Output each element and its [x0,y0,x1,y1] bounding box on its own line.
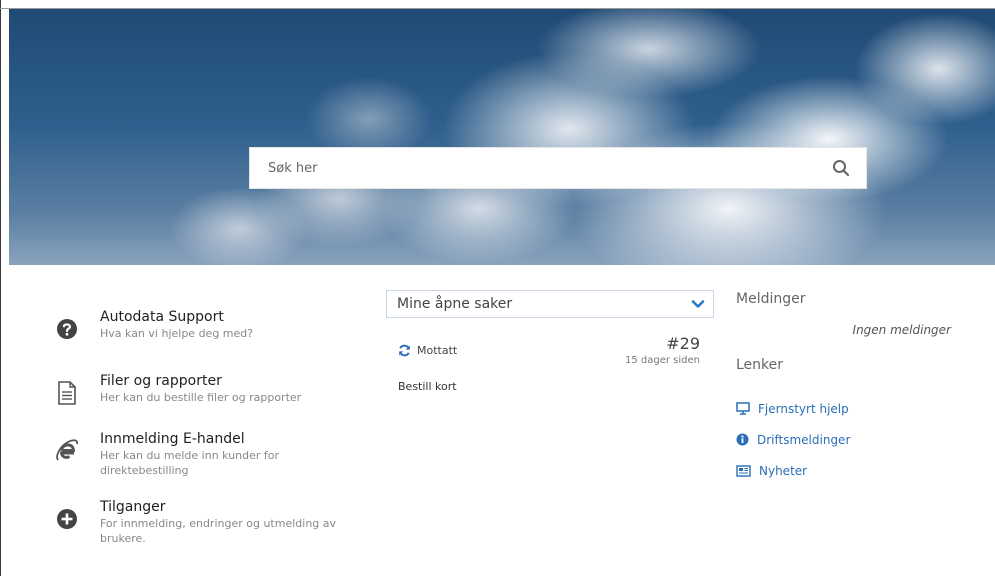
link-label: Fjernstyrt hjelp [758,401,849,416]
case-number: #29 [666,334,700,353]
search-box[interactable]: Søk her [249,147,867,189]
document-icon [48,374,86,412]
case-title: Bestill kort [398,380,457,393]
internet-explorer-icon [48,432,86,470]
shortcut-description-line1: Her kan du melde inn kunder for [100,449,280,462]
case-age: 15 dager siden [625,355,700,366]
shortcut-description-line1: For innmelding, endringer og utmelding a… [100,517,337,530]
shortcut-ehandel-registration[interactable]: Innmelding E-handel Her kan du melde inn… [48,430,348,478]
chevron-down-icon[interactable] [689,295,707,313]
info-circle-icon [736,433,749,446]
link-service-messages[interactable]: Driftsmeldinger [736,424,951,455]
question-circle-icon [48,310,86,348]
search-icon[interactable] [832,159,850,177]
cases-filter-value: Mine åpne saker [397,296,513,312]
hero-banner: Søk her [9,9,995,265]
shortcut-title: Autodata Support [100,309,224,325]
links-list: Fjernstyrt hjelp Driftsmeldinger Nyheter [736,393,951,486]
shortcut-access[interactable]: Tilganger For innmelding, endringer og u… [48,498,348,546]
link-news[interactable]: Nyheter [736,455,951,486]
messages-heading: Meldinger [736,291,806,307]
shortcut-description-line2: direktebestilling [100,464,189,477]
newspaper-icon [736,464,751,477]
link-label: Driftsmeldinger [757,432,851,447]
shortcut-title: Filer og rapporter [100,373,222,389]
shortcut-description: Hva kan vi hjelpe deg med? [100,327,254,340]
case-status-label: Mottatt [417,343,458,357]
sidebar-right: Meldinger Ingen meldinger Lenker Fjernst… [736,291,951,486]
search-input[interactable]: Søk her [268,161,317,176]
shortcut-description-line2: brukere. [100,532,146,545]
cases-panel: Mine åpne saker Mottatt #29 15 dager sid… [386,290,714,393]
refresh-icon [399,344,410,356]
shortcut-description: Her kan du bestille filer og rapporter [100,391,302,404]
link-remote-help[interactable]: Fjernstyrt hjelp [736,393,951,424]
shortcut-title: Innmelding E-handel [100,431,245,447]
cases-filter-select[interactable]: Mine åpne saker [386,290,714,318]
case-item[interactable]: Mottatt #29 15 dager siden Bestill kort [386,334,714,393]
plus-circle-icon [48,500,86,538]
shortcut-files-reports[interactable]: Filer og rapporter Her kan du bestille f… [48,372,348,412]
links-heading: Lenker [736,357,784,373]
shortcut-title: Tilganger [100,499,166,515]
messages-empty-text: Ingen meldinger [852,323,951,337]
monitor-icon [736,402,750,415]
link-label: Nyheter [759,463,808,478]
case-status: Mottatt [398,334,457,366]
shortcut-autodata-support[interactable]: Autodata Support Hva kan vi hjelpe deg m… [48,308,348,348]
